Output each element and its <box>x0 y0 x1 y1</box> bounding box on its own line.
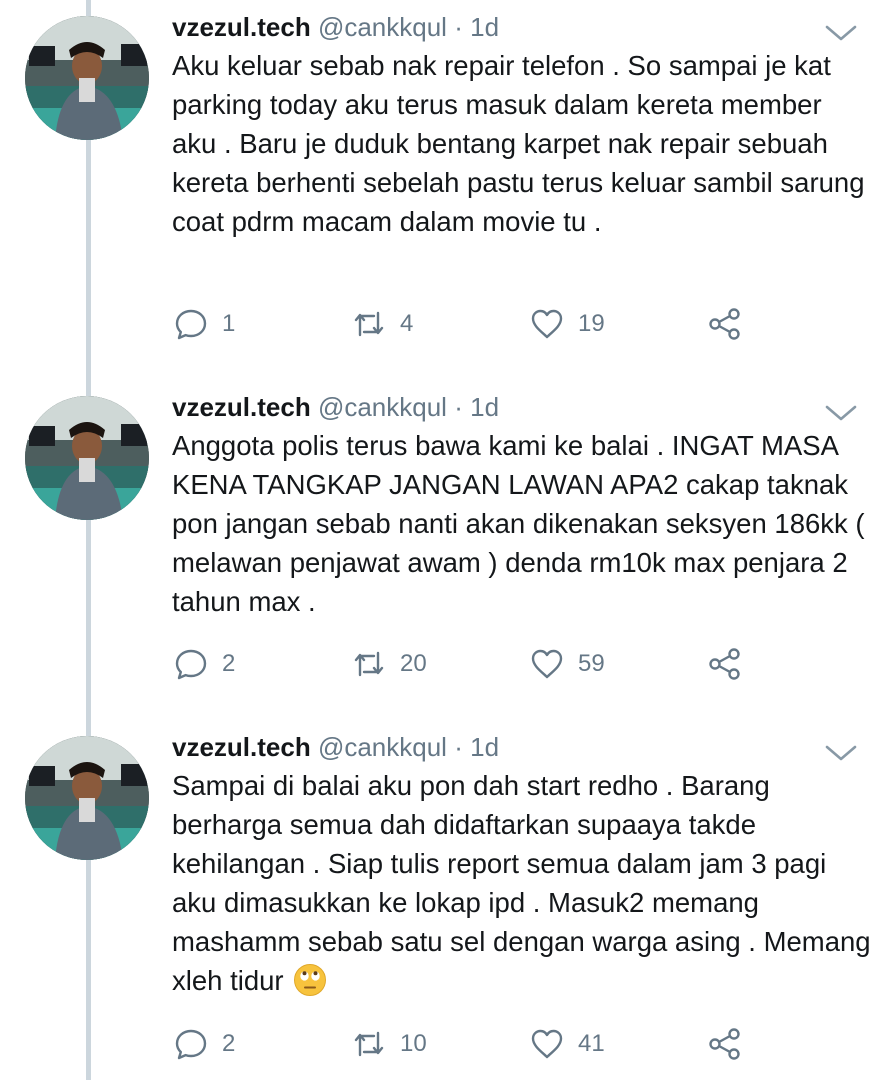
like-button[interactable]: 41 <box>530 1024 605 1064</box>
like-count: 41 <box>578 1030 605 1057</box>
share-button[interactable] <box>708 644 742 684</box>
share-icon <box>709 648 740 680</box>
retweet-icon <box>354 1031 384 1057</box>
retweet-button[interactable]: 4 <box>352 304 413 344</box>
retweet-button[interactable]: 10 <box>352 1024 427 1064</box>
share-icon <box>709 1028 740 1060</box>
like-button[interactable]: 19 <box>530 304 605 344</box>
tweet-text: Sampai di balai aku pon dah start redho … <box>172 766 872 1000</box>
timestamp[interactable]: 1d <box>470 732 499 762</box>
heart-icon <box>531 649 563 679</box>
user-handle[interactable]: @cankkqul <box>318 12 447 42</box>
chevron-down-icon[interactable] <box>824 22 858 44</box>
separator-dot: · <box>454 392 463 422</box>
user-handle[interactable]: @cankkqul <box>318 732 447 762</box>
reply-icon <box>175 1029 207 1060</box>
retweet-button[interactable]: 20 <box>352 644 427 684</box>
retweet-icon <box>354 311 384 337</box>
tweet-actions: 2 20 59 <box>0 644 886 684</box>
face-with-rolling-eyes-icon <box>294 964 327 996</box>
timestamp[interactable]: 1d <box>470 392 499 422</box>
tweet-text-content: Sampai di balai aku pon dah start redho … <box>172 770 871 996</box>
heart-icon <box>531 1029 563 1059</box>
reply-button[interactable]: 2 <box>174 644 235 684</box>
heart-icon <box>531 309 563 339</box>
separator-dot: · <box>454 12 463 42</box>
tweet-text: Aku keluar sebab nak repair telefon . So… <box>172 50 865 237</box>
user-handle[interactable]: @cankkqul <box>318 392 447 422</box>
reply-count: 2 <box>222 650 236 677</box>
reply-count: 2 <box>222 1030 236 1057</box>
share-button[interactable] <box>708 304 742 344</box>
display-name[interactable]: vzezul.tech <box>172 12 311 42</box>
timestamp[interactable]: 1d <box>470 12 499 42</box>
reply-button[interactable]: 1 <box>174 304 235 344</box>
retweet-count: 10 <box>400 1030 427 1057</box>
like-count: 59 <box>578 650 605 677</box>
thread-line <box>86 0 91 1080</box>
chevron-down-icon[interactable] <box>824 742 858 764</box>
reply-icon <box>175 309 207 340</box>
tweet-actions: 1 4 19 <box>0 304 886 344</box>
tweet-actions: 2 10 41 <box>0 1024 886 1064</box>
tweet-header: vzezul.tech @cankkqul · 1d <box>172 12 499 42</box>
retweet-count: 4 <box>400 310 414 337</box>
reply-button[interactable]: 2 <box>174 1024 235 1064</box>
avatar[interactable] <box>25 396 149 520</box>
display-name[interactable]: vzezul.tech <box>172 392 311 422</box>
avatar[interactable] <box>25 16 149 140</box>
separator-dot: · <box>454 732 463 762</box>
display-name[interactable]: vzezul.tech <box>172 732 311 762</box>
retweet-icon <box>354 651 384 677</box>
like-count: 19 <box>578 310 605 337</box>
share-icon <box>709 308 740 340</box>
tweet-header: vzezul.tech @cankkqul · 1d <box>172 732 499 762</box>
reply-icon <box>175 649 207 680</box>
retweet-count: 20 <box>400 650 427 677</box>
avatar[interactable] <box>25 736 149 860</box>
share-button[interactable] <box>708 1024 742 1064</box>
tweet-header: vzezul.tech @cankkqul · 1d <box>172 392 499 422</box>
chevron-down-icon[interactable] <box>824 402 858 424</box>
tweet-text: Anggota polis terus bawa kami ke balai .… <box>172 430 865 617</box>
reply-count: 1 <box>222 310 236 337</box>
like-button[interactable]: 59 <box>530 644 605 684</box>
